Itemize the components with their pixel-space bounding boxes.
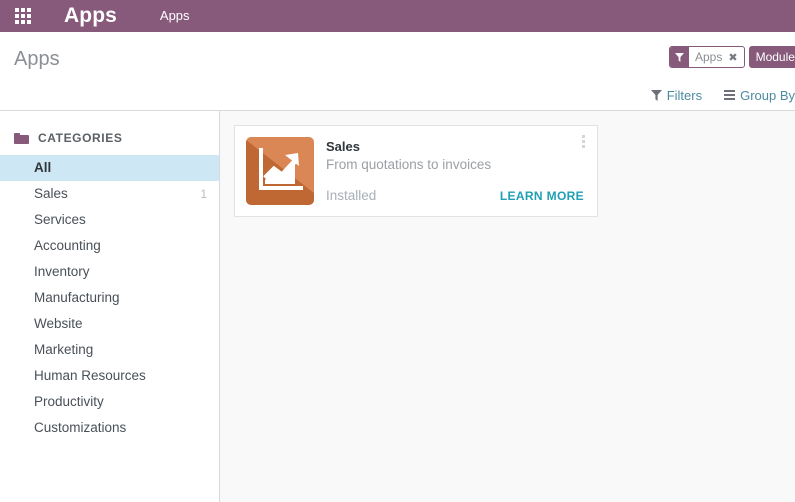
sidebar-item-human-resources[interactable]: Human Resources: [0, 363, 219, 389]
breadcrumb[interactable]: Apps: [131, 0, 190, 32]
filter-funnel-icon: [670, 47, 689, 67]
search-facet-modules-label: Modules: [755, 50, 795, 64]
app-card-body: Sales From quotations to invoices Instal…: [326, 137, 586, 205]
control-panel: Apps Apps ✖ Modules: [0, 32, 795, 111]
sidebar-item-services[interactable]: Services: [0, 207, 219, 233]
apps-kanban-area: Sales From quotations to invoices Instal…: [220, 111, 795, 502]
odoo-apps-screen: Apps Apps Apps Apps ✖ Module Filters Gro…: [0, 0, 795, 502]
grid-apps-icon: [15, 8, 31, 24]
sidebar-item-label: Website: [34, 316, 83, 331]
app-name: Sales: [326, 139, 360, 154]
navbar-brand[interactable]: Apps: [46, 0, 131, 32]
sidebar-item-label: Customizations: [34, 420, 127, 435]
sidebar-item-customizations[interactable]: Customizations: [0, 415, 219, 441]
sidebar-item-label: Accounting: [34, 238, 101, 253]
group-by-lines-icon: [724, 90, 736, 100]
sidebar-item-accounting[interactable]: Accounting: [0, 233, 219, 259]
categories-list: All Sales 1 Services Accounting Inventor…: [0, 155, 219, 441]
sidebar-item-productivity[interactable]: Productivity: [0, 389, 219, 415]
filters-dropdown-label: Filters: [666, 87, 703, 103]
control-panel-top-row: Apps Apps ✖ Modules: [0, 32, 795, 80]
sales-chart-icon: [246, 137, 314, 205]
sidebar-item-label: All: [34, 160, 52, 175]
content-wrapper: CATEGORIES All Sales 1 Services Accounti…: [0, 111, 795, 502]
filters-dropdown-button[interactable]: Filters: [650, 87, 703, 103]
categories-header-label: CATEGORIES: [38, 131, 123, 145]
sidebar-item-marketing[interactable]: Marketing: [0, 337, 219, 363]
search-facet-modules[interactable]: Modules: [748, 46, 795, 68]
sidebar-item-all[interactable]: All: [0, 155, 219, 181]
kebab-menu-icon[interactable]: [576, 132, 590, 150]
app-card-footer: Installed LEARN MORE: [326, 188, 586, 205]
sidebar-item-label: Human Resources: [34, 368, 146, 383]
sidebar-item-label: Productivity: [34, 394, 104, 409]
group-by-dropdown-button[interactable]: Group By: [724, 88, 795, 103]
sidebar-item-count: 1: [200, 187, 207, 201]
filter-funnel-icon: [650, 89, 662, 101]
close-icon[interactable]: ✖: [726, 47, 743, 67]
top-navbar: Apps Apps: [0, 0, 795, 32]
search-view-facets[interactable]: Apps ✖ Modules: [665, 46, 795, 72]
control-panel-bottom-row: Filters Group By: [0, 80, 795, 110]
learn-more-link[interactable]: LEARN MORE: [500, 188, 586, 204]
search-facet-apps[interactable]: Apps ✖: [669, 46, 745, 68]
search-facet-apps-label: Apps: [695, 50, 723, 64]
sidebar-item-label: Inventory: [34, 264, 90, 279]
sidebar-item-website[interactable]: Website: [0, 311, 219, 337]
sidebar-item-label: Marketing: [34, 342, 94, 357]
sidebar-item-sales[interactable]: Sales 1: [0, 181, 219, 207]
categories-sidebar: CATEGORIES All Sales 1 Services Accounti…: [0, 111, 220, 502]
app-card-sales[interactable]: Sales From quotations to invoices Instal…: [234, 125, 598, 217]
categories-header: CATEGORIES: [0, 125, 219, 155]
folder-icon: [14, 132, 29, 144]
kanban-row: Sales From quotations to invoices Instal…: [234, 125, 795, 217]
app-install-state: Installed: [326, 188, 377, 203]
sidebar-item-label: Sales: [34, 186, 68, 201]
sidebar-item-inventory[interactable]: Inventory: [0, 259, 219, 285]
sidebar-item-label: Manufacturing: [34, 290, 120, 305]
sidebar-item-manufacturing[interactable]: Manufacturing: [0, 285, 219, 311]
group-by-dropdown-label: Group By: [740, 87, 795, 103]
page-title: Apps: [14, 48, 60, 70]
apps-grid-menu-button[interactable]: [0, 0, 46, 32]
sidebar-item-label: Services: [34, 212, 86, 227]
app-summary: From quotations to invoices: [326, 157, 492, 172]
